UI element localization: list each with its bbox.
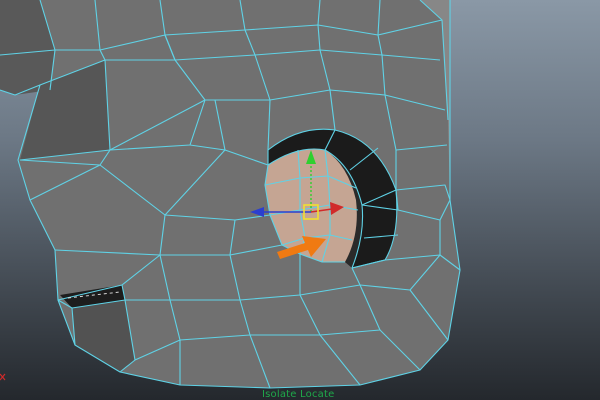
mesh-face-dark-lower — [72, 300, 135, 372]
viewport-status-label: Isolate Locate — [262, 389, 335, 400]
maya-viewport[interactable]: Isolate Locate — [0, 0, 600, 400]
axis-indicator-icon — [0, 373, 6, 381]
ear-mesh-scene[interactable] — [0, 0, 600, 400]
